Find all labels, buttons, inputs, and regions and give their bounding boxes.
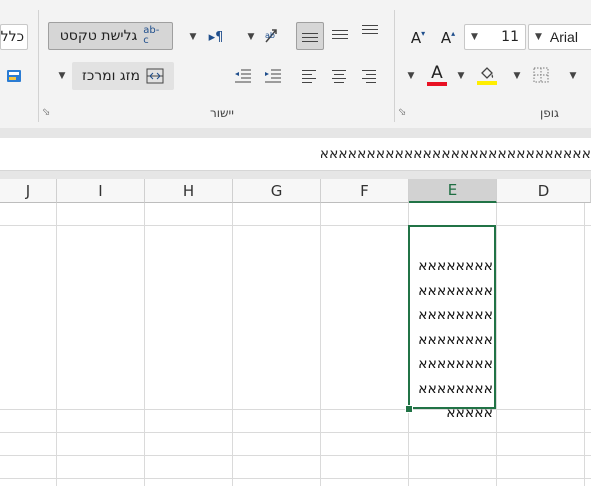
chevron-down-icon: ▼ <box>471 32 478 42</box>
align-bottom-icon <box>302 33 318 42</box>
merge-dropdown[interactable]: ▼ <box>54 66 70 86</box>
chevron-down-icon: ▼ <box>247 32 255 42</box>
font-group-label: גופן <box>540 106 559 120</box>
chevron-down-icon: ▼ <box>535 32 542 42</box>
font-size-dropdown[interactable]: ▼ 11 <box>464 24 526 50</box>
font-size-value: 11 <box>501 29 519 45</box>
grid-column-line <box>144 203 145 486</box>
increase-font-size-button[interactable]: A ▴ <box>436 26 460 50</box>
format-painter-icon[interactable] <box>4 66 24 86</box>
grid-row-line <box>0 225 591 226</box>
grid-row-line <box>0 432 591 433</box>
chevron-down-icon: ▼ <box>189 32 197 42</box>
align-top-icon <box>362 25 378 34</box>
svg-text:ab: ab <box>265 31 275 40</box>
paragraph-direction-icon: ▸¶ <box>208 29 224 45</box>
font-color-button[interactable]: A <box>424 62 450 88</box>
alignment-group-label: יישור <box>210 106 234 120</box>
fill-color-swatch <box>477 81 497 85</box>
column-header-g[interactable]: G <box>233 179 321 203</box>
column-header-e[interactable]: E <box>409 179 497 203</box>
formula-spacer <box>0 171 591 179</box>
font-color-swatch <box>427 81 447 86</box>
grid-row-line <box>0 409 591 410</box>
font-name-value: Arial <box>549 29 578 45</box>
clipboard-partial-button[interactable]: כלל <box>0 24 28 50</box>
fill-color-dropdown[interactable]: ▼ <box>454 66 468 86</box>
chevron-down-icon: ▼ <box>407 71 415 81</box>
borders-dropdown[interactable]: ▼ <box>510 66 524 86</box>
formula-bar[interactable]: אאאאאאאאאאאאאאאאאאאאאאאאאאאאאאאאאאאאאאאא… <box>0 138 591 171</box>
ribbon: כלל גלישת טקסט ab-c מזג ומרכז ▼ ▸¶ ▼ ▼ a… <box>0 0 591 128</box>
wrap-text-label: גלישת טקסט <box>59 28 138 44</box>
active-cell-border[interactable] <box>408 225 496 409</box>
grid-row-line <box>0 455 591 456</box>
decrease-font-size-button[interactable]: A ▾ <box>406 26 430 50</box>
fill-color-button[interactable] <box>474 62 500 88</box>
grid-column-line <box>584 203 585 486</box>
chevron-down-icon: ▼ <box>569 71 577 81</box>
text-direction-button[interactable]: ▸¶ <box>204 26 228 48</box>
chevron-down-icon: ▼ <box>58 71 66 81</box>
grid-column-line <box>56 203 57 486</box>
dialog-launcher-icon[interactable]: ⬂ <box>398 108 409 119</box>
increase-indent-icon <box>265 69 281 83</box>
orientation-button[interactable]: ab <box>260 24 284 48</box>
group-separator <box>38 10 39 122</box>
align-left-button[interactable] <box>298 64 322 88</box>
align-center-button[interactable] <box>328 64 352 88</box>
column-header-h[interactable]: H <box>145 179 233 203</box>
align-top-button[interactable] <box>358 22 384 50</box>
align-bottom-button[interactable] <box>296 22 324 50</box>
column-header-f[interactable]: F <box>321 179 409 203</box>
dialog-launcher-icon[interactable]: ⬂ <box>42 108 53 119</box>
clipboard-partial-label: כלל <box>0 29 24 45</box>
merge-center-button[interactable]: מזג ומרכז <box>72 62 174 90</box>
orientation-dropdown[interactable]: ▼ <box>186 28 200 46</box>
column-header-j[interactable]: J <box>0 179 57 203</box>
formula-bar-content[interactable]: אאאאאאאאאאאאאאאאאאאאאאאאאאאאאאאאאאאאאאאא… <box>321 146 591 162</box>
ribbon-spacer <box>0 128 591 138</box>
grid-column-line <box>496 203 497 486</box>
increase-indent-button[interactable] <box>262 64 284 88</box>
increase-font-size-icon: A <box>440 29 452 47</box>
align-middle-icon <box>332 30 348 39</box>
fill-handle[interactable] <box>405 405 413 413</box>
chevron-down-icon: ▼ <box>457 71 465 81</box>
underline-dropdown[interactable]: ▼ <box>566 66 580 86</box>
align-middle-button[interactable] <box>328 22 354 50</box>
font-name-dropdown[interactable]: ▼ Arial <box>528 24 591 50</box>
align-left-icon <box>302 70 316 83</box>
font-color-icon: A <box>431 62 443 83</box>
column-header-d[interactable]: D <box>497 179 591 203</box>
chevron-down-icon: ▼ <box>513 71 521 81</box>
align-right-button[interactable] <box>358 64 382 88</box>
merge-center-icon <box>146 68 164 84</box>
align-right-icon <box>362 70 376 83</box>
align-center-icon <box>332 70 346 83</box>
borders-button[interactable] <box>530 64 552 86</box>
font-color-dropdown[interactable]: ▼ <box>404 66 418 86</box>
decrease-font-size-icon: A <box>410 29 422 47</box>
grid-column-line <box>232 203 233 486</box>
wrap-text-icon: ab-c <box>143 25 160 46</box>
wrap-text-button[interactable]: גלישת טקסט ab-c <box>48 22 173 50</box>
grid-column-line <box>320 203 321 486</box>
merge-center-label: מזג ומרכז <box>81 68 141 84</box>
group-separator <box>394 10 395 122</box>
borders-icon <box>533 67 549 83</box>
orientation-dropdown-2[interactable]: ▼ <box>244 28 258 46</box>
grid-row-line <box>0 478 591 479</box>
decrease-indent-button[interactable] <box>232 64 254 88</box>
column-header-i[interactable]: I <box>57 179 145 203</box>
paint-bucket-icon <box>481 67 494 79</box>
orientation-icon: ab <box>265 29 277 43</box>
decrease-indent-icon <box>235 69 251 83</box>
